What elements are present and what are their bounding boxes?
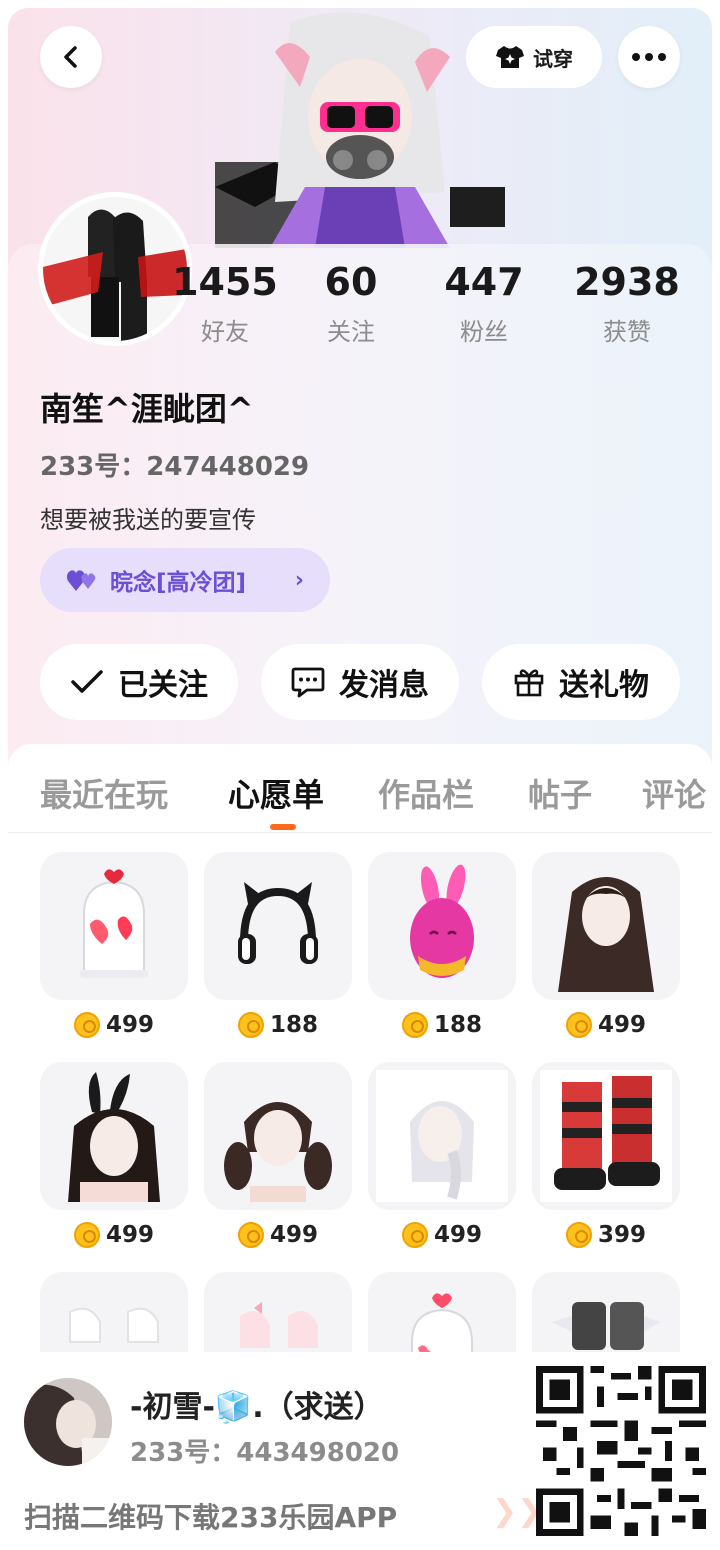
stat-value: 2938 [574,260,680,304]
qr-code[interactable] [536,1366,706,1536]
tab-works[interactable]: 作品栏 [378,770,474,816]
item-thumbnail [40,852,188,1000]
tab-recent[interactable]: 最近在玩 [40,770,168,816]
message-button[interactable]: 发消息 [261,644,459,720]
more-button[interactable] [618,26,680,88]
stat-label: 好友 [201,318,249,346]
item-price: 188 [204,1012,352,1038]
stat-value: 447 [444,260,524,304]
tshirt-icon [496,46,524,68]
send-gift-button[interactable]: 送礼物 [482,644,680,720]
stat-friends[interactable]: 1455 好友 [160,262,290,347]
double-chevron-icon: ❯❯ [492,1494,543,1529]
item-thumbnail [368,852,516,1000]
price-value: 399 [597,1222,646,1248]
more-dots-icon [632,53,666,61]
back-button[interactable] [40,26,102,88]
try-on-button[interactable]: 试穿 [466,26,602,88]
coin-icon [73,1012,100,1038]
wishlist-item[interactable]: 499 [40,852,188,1038]
item-price: 399 [532,1222,680,1248]
coin-icon [237,1222,264,1248]
share-download-text: 扫描二维码下载233乐园APP [24,1501,398,1534]
stat-label: 关注 [327,318,375,346]
price-value: 499 [597,1012,646,1038]
active-tab-indicator [270,824,296,830]
send-gift-label: 送礼物 [559,668,649,703]
price-value: 499 [433,1222,482,1248]
stat-following[interactable]: 60 关注 [286,262,416,347]
price-value: 499 [269,1222,318,1248]
stat-label: 获赞 [603,318,651,346]
coin-icon [401,1012,428,1038]
check-icon [71,670,103,693]
item-thumbnail [532,1062,680,1210]
share-name: -初雪-🧊.（求送） [130,1390,384,1425]
share-avatar [24,1378,112,1466]
gift-icon [514,669,544,697]
item-thumbnail [532,852,680,1000]
item-thumbnail [40,1062,188,1210]
profile-page: 试穿 1455 好友 60 关注 447 粉丝 2938 获赞 南笙^涯眦团^ … [0,0,720,1550]
wishlist-item[interactable]: 499 [204,1062,352,1248]
group-chip-label: 晥念[高冷团] [110,570,247,596]
coin-icon [565,1012,592,1038]
follow-label: 已关注 [118,668,208,703]
profile-bio: 想要被我送的要宣传 [40,506,256,534]
chevron-left-icon [64,46,77,68]
wishlist-item[interactable]: 188 [204,852,352,1038]
item-thumbnail [204,852,352,1000]
price-value: 499 [105,1222,154,1248]
coin-icon [565,1222,592,1248]
stat-label: 粉丝 [460,318,508,346]
double-heart-icon [66,570,96,591]
wishlist-item[interactable]: 499 [40,1062,188,1248]
wishlist-item[interactable]: 499 [368,1062,516,1248]
message-label: 发消息 [339,668,429,703]
tab-posts[interactable]: 帖子 [528,770,592,816]
stat-fans[interactable]: 447 粉丝 [419,262,549,347]
coin-icon [73,1222,100,1248]
price-value: 188 [433,1012,482,1038]
price-value: 188 [269,1012,318,1038]
wishlist-item[interactable]: 188 [368,852,516,1038]
item-price: 499 [368,1222,516,1248]
item-thumbnail [368,1062,516,1210]
wishlist-item[interactable]: 399 [532,1062,680,1248]
group-chip[interactable]: 晥念[高冷团] › [40,548,330,612]
wishlist-item[interactable]: 499 [532,852,680,1038]
try-on-label: 试穿 [533,46,573,71]
tab-wishlist[interactable]: 心愿单 [228,770,324,816]
item-price: 499 [40,1222,188,1248]
item-price: 499 [40,1012,188,1038]
stat-value: 60 [324,260,378,304]
hero-character-image [215,12,505,248]
stat-likes[interactable]: 2938 获赞 [562,262,692,347]
profile-uid[interactable]: 233号：247448029 [40,446,309,483]
item-price: 499 [532,1012,680,1038]
profile-nickname: 南笙^涯眦团^ [40,390,254,428]
follow-button[interactable]: 已关注 [40,644,238,720]
coin-icon [401,1222,428,1248]
divider [8,832,712,833]
chevron-right-icon: › [294,567,304,593]
coin-icon [237,1012,264,1038]
share-uid: 233号：443498020 [130,1438,400,1468]
item-price: 188 [368,1012,516,1038]
price-value: 499 [105,1012,154,1038]
tab-comments[interactable]: 评论 [642,770,706,816]
item-price: 499 [204,1222,352,1248]
chat-bubble-icon [291,667,325,698]
item-thumbnail [204,1062,352,1210]
stat-value: 1455 [172,260,278,304]
